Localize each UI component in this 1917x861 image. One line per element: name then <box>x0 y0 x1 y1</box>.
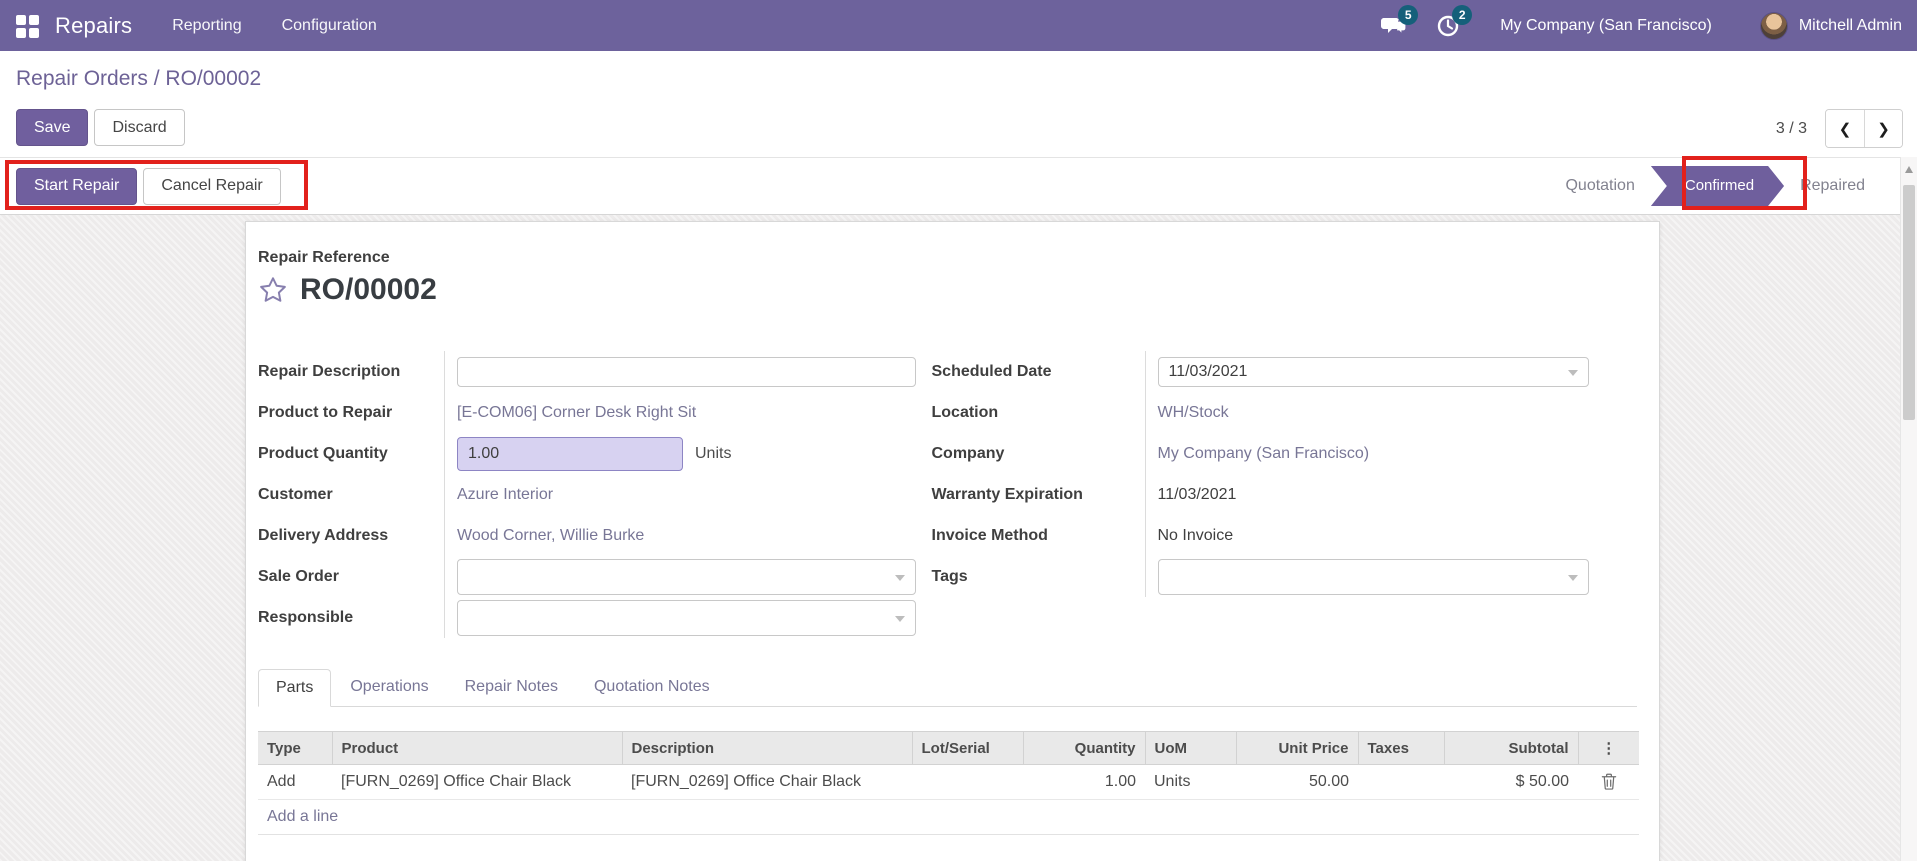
control-panel: Repair Orders / RO/00002 Save Discard 3 … <box>0 51 1917 157</box>
repair-description-input[interactable] <box>457 356 916 387</box>
tags-input[interactable] <box>1157 558 1589 595</box>
messages-icon[interactable]: 5 <box>1380 4 1419 40</box>
cell-type[interactable]: Add <box>258 764 332 800</box>
cancel-repair-button[interactable]: Cancel Repair <box>143 167 281 205</box>
label-scheduled-date: Scheduled Date <box>931 362 1052 380</box>
table-header-row: Type Product Description Lot/Serial Quan… <box>258 731 1639 765</box>
company-switcher[interactable]: My Company (San Francisco) <box>1500 17 1712 35</box>
delete-row-icon[interactable] <box>1601 773 1617 790</box>
breadcrumb[interactable]: Repair Orders / RO/00002 <box>16 67 261 91</box>
breadcrumb-section[interactable]: Repair Orders <box>16 67 148 90</box>
label-location: Location <box>931 403 999 421</box>
label-invoice-method: Invoice Method <box>931 526 1048 544</box>
app-name[interactable]: Repairs <box>55 13 132 39</box>
customer-link[interactable]: Azure Interior <box>457 486 553 504</box>
add-line-row[interactable]: Add a line <box>258 799 1639 835</box>
parts-table: Type Product Description Lot/Serial Quan… <box>258 731 1639 835</box>
cell-description[interactable]: [FURN_0269] Office Chair Black <box>622 764 912 800</box>
label-responsible: Responsible <box>258 608 354 626</box>
label-company: Company <box>931 444 1005 462</box>
start-repair-button[interactable]: Start Repair <box>16 167 138 205</box>
scrollbar-thumb[interactable] <box>1903 185 1915 420</box>
save-button[interactable]: Save <box>16 109 89 146</box>
tab-operations[interactable]: Operations <box>333 669 445 707</box>
user-menu[interactable]: Mitchell Admin <box>1799 17 1902 35</box>
scheduled-date-input[interactable] <box>1157 356 1589 387</box>
quantity-uom-suffix: Units <box>695 444 732 462</box>
vertical-scrollbar[interactable] <box>1900 157 1917 861</box>
menu-reporting[interactable]: Reporting <box>172 17 241 35</box>
company-link[interactable]: My Company (San Francisco) <box>1158 445 1370 463</box>
form-fields: Repair Description Product to Repair [E-… <box>258 351 1637 638</box>
state-confirmed[interactable]: Confirmed <box>1651 166 1784 206</box>
sale-order-input[interactable] <box>457 558 916 595</box>
delivery-address-link[interactable]: Wood Corner, Willie Burke <box>457 527 644 545</box>
content-background: Repair Reference RO/00002 Repair Descrip… <box>0 215 1917 861</box>
table-row[interactable]: Add [FURN_0269] Office Chair Black [FURN… <box>258 764 1639 800</box>
tab-quotation-notes[interactable]: Quotation Notes <box>577 669 727 707</box>
col-unit-price[interactable]: Unit Price <box>1235 731 1358 765</box>
breadcrumb-separator: / <box>147 67 166 90</box>
location-link[interactable]: WH/Stock <box>1158 404 1229 422</box>
cell-product[interactable]: [FURN_0269] Office Chair Black <box>332 764 622 800</box>
top-navbar: Repairs Reporting Configuration 5 2 My C… <box>0 0 1917 51</box>
optional-columns-icon[interactable]: ⋮ <box>1577 731 1639 765</box>
label-customer: Customer <box>258 485 333 503</box>
label-repair-description: Repair Description <box>258 362 401 380</box>
col-description[interactable]: Description <box>621 731 912 765</box>
label-sale-order: Sale Order <box>258 567 339 585</box>
tab-parts[interactable]: Parts <box>258 669 332 707</box>
responsible-input[interactable] <box>457 599 916 636</box>
cell-lot-serial[interactable] <box>912 764 1023 800</box>
pager-value: 3 / 3 <box>1775 119 1807 137</box>
record-title: RO/00002 <box>300 273 437 306</box>
label-product-quantity: Product Quantity <box>258 444 388 462</box>
label-product-to-repair: Product to Repair <box>258 403 393 421</box>
activities-badge: 2 <box>1452 4 1473 25</box>
pager-previous-button[interactable]: ❮ <box>1826 110 1864 147</box>
discard-button[interactable]: Discard <box>94 109 185 146</box>
apps-menu-icon[interactable] <box>16 14 39 38</box>
favorite-star-icon[interactable] <box>258 275 288 305</box>
scroll-up-icon[interactable] <box>1905 166 1913 173</box>
reference-label: Repair Reference <box>258 249 390 266</box>
state-quotation[interactable]: Quotation <box>1551 177 1648 195</box>
col-subtotal[interactable]: Subtotal <box>1443 731 1578 765</box>
pager-next-button[interactable]: ❯ <box>1864 110 1902 147</box>
add-line-link[interactable]: Add a line <box>258 799 1639 835</box>
col-type[interactable]: Type <box>258 731 332 765</box>
col-quantity[interactable]: Quantity <box>1022 731 1145 765</box>
invoice-method-value: No Invoice <box>1157 526 1234 544</box>
cell-taxes[interactable] <box>1358 764 1444 800</box>
label-delivery-address: Delivery Address <box>258 526 389 544</box>
cell-quantity[interactable]: 1.00 <box>1023 764 1145 800</box>
tab-repair-notes[interactable]: Repair Notes <box>448 669 575 707</box>
col-product[interactable]: Product <box>331 731 622 765</box>
state-repaired[interactable]: Repaired <box>1786 177 1879 195</box>
user-avatar[interactable] <box>1759 11 1788 40</box>
label-warranty-expiration: Warranty Expiration <box>931 485 1083 503</box>
notebook-tabs: Parts Operations Repair Notes Quotation … <box>258 668 1637 707</box>
col-lot-serial[interactable]: Lot/Serial <box>911 731 1023 765</box>
col-uom[interactable]: UoM <box>1144 731 1236 765</box>
statusbar: Start Repair Cancel Repair Quotation Con… <box>0 157 1917 215</box>
warranty-expiration-value: 11/03/2021 <box>1157 485 1237 503</box>
breadcrumb-record: RO/00002 <box>165 67 262 90</box>
cell-subtotal: $ 50.00 <box>1444 764 1578 800</box>
cell-unit-price[interactable]: 50.00 <box>1236 764 1358 800</box>
activities-icon[interactable]: 2 <box>1434 4 1473 40</box>
form-sheet: Repair Reference RO/00002 Repair Descrip… <box>245 221 1660 861</box>
product-quantity-input[interactable] <box>457 436 683 471</box>
product-to-repair-link[interactable]: [E-COM06] Corner Desk Right Sit <box>457 404 696 422</box>
menu-configuration[interactable]: Configuration <box>282 17 377 35</box>
messages-badge: 5 <box>1398 4 1419 25</box>
col-taxes[interactable]: Taxes <box>1357 731 1444 765</box>
cell-uom[interactable]: Units <box>1145 764 1236 800</box>
label-tags: Tags <box>931 567 968 585</box>
